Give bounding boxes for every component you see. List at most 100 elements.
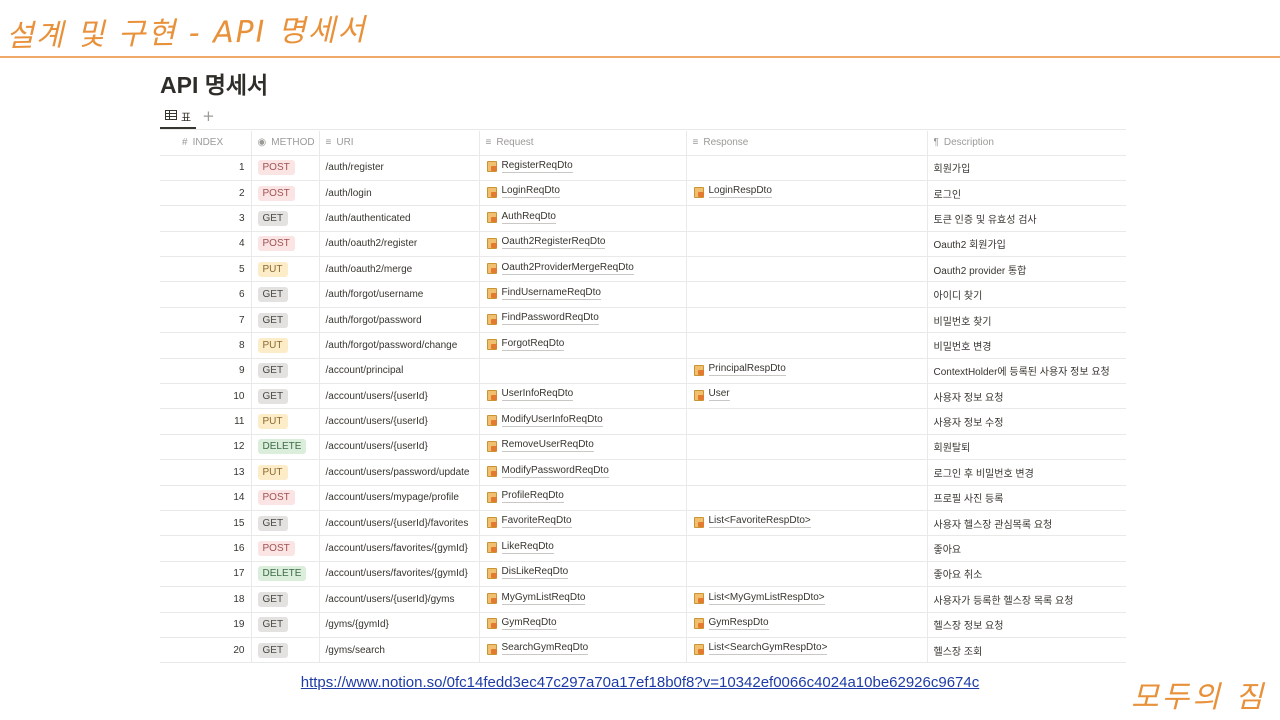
cell-request[interactable]: RegisterReqDto: [479, 155, 687, 181]
cell-response[interactable]: [686, 459, 928, 486]
table-row[interactable]: 11 PUT/account/users/{userId} ModifyUserIn…: [160, 408, 1126, 435]
cell-method[interactable]: GET: [251, 281, 320, 308]
cell-request[interactable]: GymReqDto: [479, 612, 687, 638]
cell-method[interactable]: DELETE: [251, 434, 320, 461]
page-link[interactable]: FavoriteReqDto: [486, 515, 572, 529]
cell-description[interactable]: Oauth2 회원가입: [927, 231, 1126, 258]
page-link[interactable]: FindPasswordReqDto: [486, 312, 599, 326]
cell-request[interactable]: ModifyUserInfoReqDto: [479, 408, 687, 435]
cell-response[interactable]: [686, 485, 928, 511]
cell-description[interactable]: 프로필 사진 등록: [927, 485, 1126, 511]
table-row[interactable]: 6 GET/auth/forgot/username FindUsernameReq…: [160, 281, 1126, 308]
page-link[interactable]: ForgotReqDto: [486, 338, 565, 351]
page-link[interactable]: ProfileReqDto: [486, 490, 564, 504]
cell-uri[interactable]: /account/users/mypage/profile: [319, 485, 480, 511]
page-link[interactable]: Oauth2ProviderMergeReqDto: [486, 262, 634, 275]
table-row[interactable]: 18 GET/account/users/{userId}/gyms MyGymLi…: [160, 586, 1126, 613]
cell-request[interactable]: [479, 358, 687, 385]
cell-response[interactable]: [686, 155, 928, 181]
page-link[interactable]: UserInfoReqDto: [486, 388, 574, 402]
cell-request[interactable]: RemoveUserReqDto: [479, 434, 687, 461]
cell-method[interactable]: POST: [251, 231, 320, 258]
cell-description[interactable]: 좋아요 취소: [927, 561, 1126, 588]
table-row[interactable]: 19 GET/gyms/{gymId} GymReqDto GymRespDto 헬스장…: [160, 612, 1126, 638]
page-link[interactable]: RegisterReqDto: [486, 160, 573, 173]
cell-description[interactable]: 사용자 정보 요청: [927, 383, 1126, 410]
cell-method[interactable]: GET: [251, 358, 320, 385]
table-row[interactable]: 8 PUT/auth/forgot/password/change ForgotRe…: [160, 332, 1126, 359]
cell-uri[interactable]: /account/users/{userId}/gyms: [319, 586, 480, 613]
cell-method[interactable]: GET: [251, 510, 320, 537]
column-header-response[interactable]: ≡ Response: [686, 131, 928, 156]
page-link[interactable]: ModifyUserInfoReqDto: [486, 414, 603, 427]
table-row[interactable]: 9 GET/account/principal PrincipalRespDto Co…: [160, 358, 1126, 385]
cell-request[interactable]: Oauth2RegisterReqDto: [479, 231, 687, 258]
cell-description[interactable]: 토큰 인증 및 유효성 검사: [927, 205, 1126, 232]
cell-uri[interactable]: /account/users/{userId}/favorites: [319, 510, 480, 537]
cell-method[interactable]: DELETE: [251, 561, 320, 588]
cell-request[interactable]: FindPasswordReqDto: [479, 307, 687, 334]
cell-description[interactable]: 로그인: [927, 180, 1126, 207]
cell-method[interactable]: POST: [251, 155, 320, 181]
cell-request[interactable]: AuthReqDto: [479, 205, 687, 232]
cell-response[interactable]: GymRespDto: [686, 612, 928, 638]
cell-method[interactable]: GET: [251, 383, 320, 410]
table-row[interactable]: 2 POST/auth/login LoginReqDto LoginRespDto 로…: [160, 180, 1126, 207]
table-row[interactable]: 15 GET/account/users/{userId}/favorites Fa…: [160, 510, 1126, 537]
cell-uri[interactable]: /auth/forgot/password/change: [319, 332, 480, 359]
cell-description[interactable]: 회원가입: [927, 155, 1126, 181]
cell-method[interactable]: GET: [251, 205, 320, 232]
table-row[interactable]: 12 DELETE/account/users/{userId} RemoveUse…: [160, 434, 1126, 461]
column-header-request[interactable]: ≡ Request: [479, 131, 687, 156]
cell-uri[interactable]: /auth/forgot/username: [319, 281, 480, 308]
cell-request[interactable]: ForgotReqDto: [479, 332, 687, 359]
cell-method[interactable]: GET: [251, 586, 320, 613]
cell-uri[interactable]: /account/users/favorites/{gymId}: [319, 535, 480, 562]
cell-request[interactable]: UserInfoReqDto: [479, 383, 687, 410]
page-link[interactable]: MyGymListReqDto: [486, 592, 586, 605]
cell-request[interactable]: FavoriteReqDto: [479, 510, 687, 537]
cell-request[interactable]: LikeReqDto: [479, 535, 687, 562]
cell-uri[interactable]: /auth/login: [319, 180, 480, 207]
cell-uri[interactable]: /account/users/{userId}: [319, 408, 480, 435]
cell-description[interactable]: 사용자 헬스장 관심목록 요청: [927, 510, 1126, 537]
table-row[interactable]: 20 GET/gyms/search SearchGymReqDto List<Sea…: [160, 637, 1126, 664]
page-link[interactable]: List<MyGymListRespDto>: [693, 592, 825, 605]
cell-uri[interactable]: /auth/forgot/password: [319, 307, 480, 334]
table-row[interactable]: 13 PUT/account/users/password/update Modif…: [160, 459, 1126, 486]
cell-response[interactable]: LoginRespDto: [686, 180, 928, 207]
cell-method[interactable]: PUT: [251, 408, 320, 435]
table-row[interactable]: 7 GET/auth/forgot/password FindPasswordReq…: [160, 307, 1126, 334]
cell-description[interactable]: Oauth2 provider 통합: [927, 256, 1126, 283]
page-link[interactable]: User: [693, 388, 730, 402]
cell-response[interactable]: [686, 535, 928, 562]
cell-method[interactable]: GET: [251, 612, 320, 638]
cell-response[interactable]: PrincipalRespDto: [686, 358, 928, 385]
cell-method[interactable]: PUT: [251, 459, 320, 486]
cell-request[interactable]: FindUsernameReqDto: [479, 281, 687, 308]
cell-description[interactable]: 헬스장 조회: [927, 637, 1126, 664]
table-row[interactable]: 14 POST/account/users/mypage/profile Profi…: [160, 485, 1126, 511]
cell-method[interactable]: PUT: [251, 256, 320, 283]
cell-request[interactable]: LoginReqDto: [479, 180, 687, 207]
cell-request[interactable]: SearchGymReqDto: [479, 637, 687, 664]
cell-request[interactable]: MyGymListReqDto: [479, 586, 687, 613]
cell-response[interactable]: [686, 205, 928, 232]
page-link[interactable]: LoginRespDto: [693, 185, 772, 199]
column-header-index[interactable]: # INDEX: [160, 131, 252, 156]
cell-description[interactable]: 아이디 찾기: [927, 281, 1126, 308]
page-link[interactable]: AuthReqDto: [486, 211, 556, 224]
cell-method[interactable]: GET: [251, 637, 320, 664]
cell-response[interactable]: [686, 408, 928, 435]
cell-response[interactable]: [686, 281, 928, 308]
cell-response[interactable]: [686, 561, 928, 588]
cell-method[interactable]: POST: [251, 180, 320, 207]
page-link[interactable]: GymRespDto: [693, 617, 769, 630]
cell-uri[interactable]: /gyms/{gymId}: [319, 612, 480, 638]
cell-request[interactable]: ProfileReqDto: [479, 485, 687, 511]
cell-response[interactable]: [686, 256, 928, 283]
table-row[interactable]: 4 POST/auth/oauth2/register Oauth2Register…: [160, 231, 1126, 258]
cell-uri[interactable]: /account/users/{userId}: [319, 434, 480, 461]
page-link[interactable]: DisLikeReqDto: [486, 566, 569, 580]
table-row[interactable]: 1 POST/auth/register RegisterReqDto 회원가입: [160, 155, 1126, 181]
